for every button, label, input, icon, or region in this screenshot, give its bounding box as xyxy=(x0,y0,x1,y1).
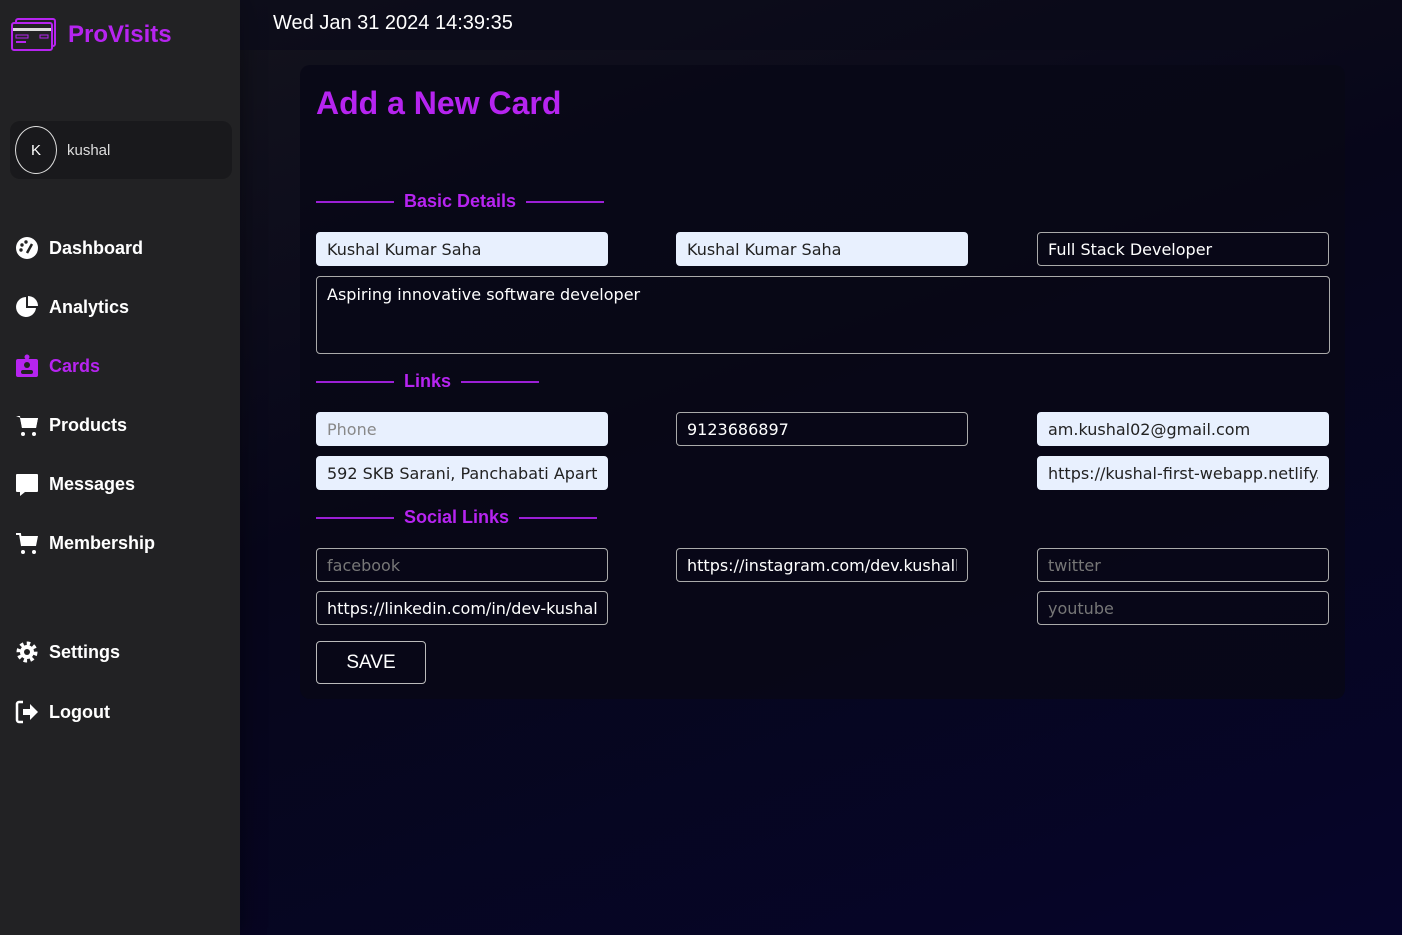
section-links: Links xyxy=(316,371,540,392)
card-logo-icon xyxy=(11,18,56,51)
avatar: K xyxy=(15,126,57,174)
section-basic-details: Basic Details xyxy=(316,191,605,212)
linkedin-input[interactable] xyxy=(316,591,608,625)
datetime: Wed Jan 31 2024 14:39:35 xyxy=(273,12,513,34)
sidebar-item-label: Membership xyxy=(49,532,156,553)
username: kushal xyxy=(67,141,111,159)
pie-chart-icon xyxy=(16,296,38,317)
logout-icon xyxy=(15,700,38,724)
logo[interactable]: ProVisits xyxy=(11,18,172,52)
phone-number-input[interactable] xyxy=(676,412,968,446)
website-input[interactable] xyxy=(1037,456,1329,490)
sidebar-item-label: Logout xyxy=(49,701,110,722)
sidebar-item-label: Cards xyxy=(49,355,101,376)
page-title: Add a New Card xyxy=(316,85,562,121)
email-input[interactable] xyxy=(1037,412,1329,446)
sidebar-item-label: Analytics xyxy=(49,296,130,317)
address-input[interactable] xyxy=(316,456,608,490)
bio-textarea[interactable]: Aspiring innovative software developer xyxy=(316,276,1330,354)
sidebar-item-dashboard[interactable]: Dashboard xyxy=(15,236,143,260)
sidebar-item-label: Messages xyxy=(49,473,136,494)
sidebar-item-cards[interactable]: Cards xyxy=(15,354,100,378)
app-name: ProVisits xyxy=(68,21,172,48)
sidebar-item-analytics[interactable]: Analytics xyxy=(15,295,129,319)
sidebar-item-membership[interactable]: Membership xyxy=(15,531,155,555)
user-profile[interactable]: K kushal xyxy=(10,121,232,179)
top-bar: Wed Jan 31 2024 14:39:35 xyxy=(240,0,1402,50)
sidebar-item-label: Products xyxy=(49,414,128,435)
id-badge-icon xyxy=(16,354,38,377)
display-name-input[interactable] xyxy=(676,232,968,266)
sidebar-item-label: Settings xyxy=(49,641,121,662)
message-icon xyxy=(16,474,38,496)
sidebar-item-products[interactable]: Products xyxy=(15,413,127,437)
section-title: Social Links xyxy=(404,507,510,527)
twitter-input[interactable] xyxy=(1037,548,1329,582)
designation-input[interactable] xyxy=(1037,232,1329,266)
phone-input[interactable] xyxy=(316,412,608,446)
save-button[interactable]: SAVE xyxy=(316,641,426,684)
section-title: Links xyxy=(404,371,452,391)
sidebar-item-label: Dashboard xyxy=(49,237,144,258)
section-title: Basic Details xyxy=(404,191,517,211)
gear-icon xyxy=(16,641,38,663)
gauge-icon xyxy=(16,237,38,259)
cart-icon xyxy=(16,533,38,554)
instagram-input[interactable] xyxy=(676,548,968,582)
name-input[interactable] xyxy=(316,232,608,266)
add-card-form: Add a New Card Basic Details Aspiring in… xyxy=(300,65,1345,699)
sidebar-item-logout[interactable]: Logout xyxy=(15,700,110,724)
section-social-links: Social Links xyxy=(316,507,598,528)
sidebar-item-messages[interactable]: Messages xyxy=(15,472,135,496)
facebook-input[interactable] xyxy=(316,548,608,582)
sidebar: ProVisits K kushal Dashboard Analytics C… xyxy=(0,0,240,935)
cart-icon xyxy=(16,416,38,436)
youtube-input[interactable] xyxy=(1037,591,1329,625)
sidebar-item-settings[interactable]: Settings xyxy=(15,640,120,664)
